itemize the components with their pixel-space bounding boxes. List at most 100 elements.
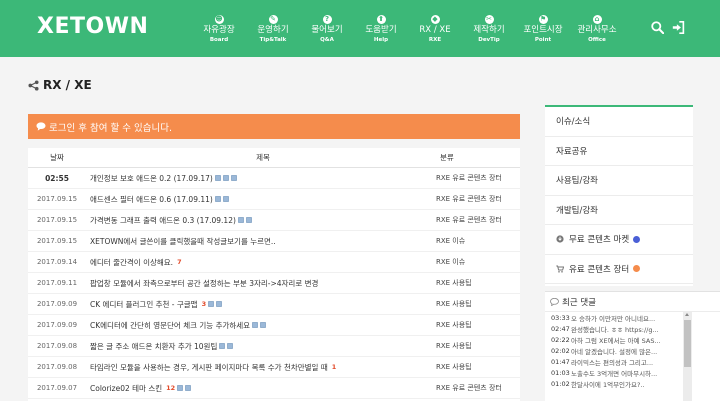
sidebar-item[interactable]: 무료 콘텐츠 마켓 [545, 225, 693, 255]
comment-text[interactable]: 노출수도 3억개면 어마무시하... [571, 368, 720, 378]
column-title[interactable]: 제목 [86, 152, 436, 163]
nav-sublabel: Help [373, 37, 389, 43]
row-category[interactable]: RXE 유료 콘텐츠 장터 [436, 215, 520, 225]
comment-text[interactable]: 한달사이에 1억부인가요?.. [571, 379, 720, 389]
column-date[interactable]: 날짜 [28, 152, 86, 163]
comment-item[interactable]: 03:33 오 승하가 이만저만 아니네요... [545, 312, 720, 323]
row-category[interactable]: RXE 이슈 [436, 257, 520, 267]
row-category[interactable]: RXE 사용팁 [436, 362, 520, 372]
table-row[interactable]: 2017.09.08 짧은 글 주소 애드온 치환자 추가 10원팁 RXE 사용팁 [28, 336, 520, 357]
comment-time: 01:03 [551, 368, 570, 377]
comment-time: 01:47 [551, 357, 570, 366]
comment-text[interactable]: 아하 그럼 XE에서는 아예 SAS... [571, 335, 720, 345]
attachment-icon [223, 196, 229, 202]
row-title[interactable]: 개인정보 보호 애드온 0.2 (17.09.17) [86, 173, 436, 184]
row-title-link[interactable]: 애드센스 필터 애드온 0.6 (17.09.11) [90, 194, 213, 205]
row-title-link[interactable]: CK 에디터 플러그인 추천 - 구글맵 [90, 299, 198, 310]
scroll-up-arrow[interactable] [685, 313, 689, 316]
search-icon[interactable] [651, 21, 664, 34]
table-row[interactable]: 2017.09.15 애드센스 필터 애드온 0.6 (17.09.11) RXE … [28, 189, 520, 210]
table-row[interactable]: 2017.09.15 XETOWN에서 글쓴이를 클릭했을때 작성글보기를 누르면… [28, 231, 520, 252]
row-title-link[interactable]: 가격변동 그래프 출력 애드온 0.3 (17.09.12) [90, 215, 236, 226]
row-title[interactable]: 타임라인 모듈을 사용하는 경우, 게시판 페이지마다 목록 수가 천차만별일 … [86, 362, 436, 373]
nav-item-devtip[interactable]: ✂ 제작하기 DevTip [462, 15, 516, 45]
table-row[interactable]: 2017.09.09 CK 에디터 플러그인 추천 - 구글맵 3 RXE 사용팁 [28, 294, 520, 315]
row-title[interactable]: 애드센스 필터 애드온 0.6 (17.09.11) [86, 194, 436, 205]
row-date: 2017.09.14 [36, 258, 78, 266]
row-date: 2017.09.15 [36, 216, 78, 224]
table-row[interactable]: 2017.09.14 에디터 줄간격이 이상해요. 7 RXE 이슈 [28, 252, 520, 273]
sidebar-item-label: 자료공유 [556, 146, 588, 157]
sidebar-menu: 이슈/소식자료공유사용팁/강좌 개발팁/강좌 무료 콘텐츠 마켓 유료 콘텐츠 장터 [545, 105, 693, 286]
row-title-link[interactable]: XETOWN에서 글쓴이를 클릭했을때 작성글보기를 누르면.. [90, 236, 276, 247]
nav-item-qa[interactable]: ? 물어보기 Q&A [300, 15, 354, 45]
comment-item[interactable]: 02:02 아네 알겠습니다. 설정에 많은... [545, 345, 720, 356]
chat-icon: ✎ [268, 15, 278, 24]
row-title-link[interactable]: Colorize02 테마 스킨 [90, 383, 162, 394]
row-category[interactable]: RXE 사용팁 [436, 299, 520, 309]
comment-text[interactable]: 아네 알겠습니다. 설정에 많은... [571, 346, 720, 356]
table-row[interactable]: 2017.09.08 타임라인 모듈을 사용하는 경우, 게시판 페이지마다 목록… [28, 357, 520, 378]
scroll-thumb[interactable] [684, 320, 691, 367]
login-icon[interactable] [672, 21, 685, 34]
row-title[interactable]: 에디터 줄간격이 이상해요. 7 [86, 257, 436, 268]
nav-item-office[interactable]: ⌂ 관리사무소 Office [570, 15, 624, 45]
users-icon: ☻ [214, 15, 224, 24]
table-row[interactable]: 2017.09.09 CK에디터에 간단히 영문단어 체크 기능 추가하세요 RXE… [28, 315, 520, 336]
nav-item-tiptalk[interactable]: ✎ 운영하기 Tip&Talk [246, 15, 300, 45]
table-row[interactable]: 2017.09.07 Colorize02 테마 스킨 12 RXE 유료 콘텐츠 장… [28, 378, 520, 399]
row-category[interactable]: RXE 유료 콘텐츠 장터 [436, 173, 520, 183]
row-title-link[interactable]: 에디터 줄간격이 이상해요. [90, 257, 173, 268]
sidebar-item[interactable]: 개발팁/강좌 [545, 196, 693, 225]
row-category[interactable]: RXE 이슈 [436, 236, 520, 246]
row-title-link[interactable]: 팝업창 모듈에서 좌측으로부터 공간 설정하는 부분 3자리->4자리로 변경 [90, 278, 318, 289]
table-row[interactable]: 2017.09.15 가격변동 그래프 출력 애드온 0.3 (17.09.12)… [28, 210, 520, 231]
nav-item-rxe[interactable]: ◆ RX / XE RXE [408, 15, 462, 45]
nav-label: 포인트시장 [523, 25, 563, 35]
row-title[interactable]: CK에디터에 간단히 영문단어 체크 기능 추가하세요 [86, 320, 436, 331]
column-category[interactable]: 분류 [436, 152, 520, 163]
nav-label: 도움받기 [365, 25, 397, 35]
row-date: 2017.09.08 [36, 342, 78, 350]
nav-label: RX / XE [419, 25, 451, 35]
row-title-link[interactable]: 타임라인 모듈을 사용하는 경우, 게시판 페이지마다 목록 수가 천차만별일 … [90, 362, 328, 373]
attachment-icon [177, 385, 183, 391]
sidebar-item[interactable]: 이슈/소식 [545, 107, 693, 137]
row-title[interactable]: XETOWN에서 글쓴이를 클릭했을때 작성글보기를 누르면.. [86, 236, 436, 247]
row-category[interactable]: RXE 사용팁 [436, 278, 520, 288]
comment-text[interactable]: 라이믹스는 편의성과 그리고... [571, 357, 720, 367]
sidebar-item[interactable]: 사용팁/강좌 [545, 166, 693, 196]
nav-item-help[interactable]: ⬆ 도움받기 Help [354, 15, 408, 45]
row-title[interactable]: 팝업창 모듈에서 좌측으로부터 공간 설정하는 부분 3자리->4자리로 변경 [86, 278, 436, 289]
row-title[interactable]: 짧은 글 주소 애드온 치환자 추가 10원팁 [86, 341, 436, 352]
sidebar-item[interactable]: 유료 콘텐츠 장터 [545, 255, 693, 284]
comments-scrollbar[interactable] [683, 312, 692, 401]
comment-item[interactable]: 01:03 노출수도 3억개면 어마무시하... [545, 367, 720, 378]
row-category[interactable]: RXE 사용팁 [436, 320, 520, 330]
row-title[interactable]: CK 에디터 플러그인 추천 - 구글맵 3 [86, 299, 436, 310]
attachment-icon [223, 175, 229, 181]
nav-sublabel: DevTip [478, 37, 500, 43]
comment-item[interactable]: 01:47 라이믹스는 편의성과 그리고... [545, 356, 720, 367]
sidebar-item[interactable]: 자료공유 [545, 137, 693, 166]
comment-count: 3 [201, 300, 207, 308]
comment-item[interactable]: 02:22 아하 그럼 XE에서는 아예 SAS... [545, 334, 720, 345]
nav-item-board[interactable]: ☻ 자유광장 Board [192, 15, 246, 45]
row-category[interactable]: RXE 사용팁 [436, 341, 520, 351]
attachment-icon [216, 301, 222, 307]
row-title-link[interactable]: CK에디터에 간단히 영문단어 체크 기능 추가하세요 [90, 320, 250, 331]
row-title-link[interactable]: 짧은 글 주소 애드온 치환자 추가 10원팁 [90, 341, 217, 352]
comment-item[interactable]: 02:47 완성했습니다. ㅎㅎ https://g... [545, 323, 720, 334]
row-title-link[interactable]: 개인정보 보호 애드온 0.2 (17.09.17) [90, 173, 213, 184]
nav-item-point[interactable]: ⚑ 포인트시장 Point [516, 15, 570, 45]
table-row[interactable]: 02:55 개인정보 보호 애드온 0.2 (17.09.17) RXE 유료 콘텐… [28, 168, 520, 189]
comment-item[interactable]: 01:02 한달사이에 1억부인가요?.. [545, 378, 720, 389]
table-row[interactable]: 2017.09.11 팝업창 모듈에서 좌측으로부터 공간 설정하는 부분 3자리… [28, 273, 520, 294]
row-title[interactable]: 가격변동 그래프 출력 애드온 0.3 (17.09.12) [86, 215, 436, 226]
comment-text[interactable]: 완성했습니다. ㅎㅎ https://g... [571, 324, 720, 334]
row-category[interactable]: RXE 유료 콘텐츠 장터 [436, 383, 520, 393]
site-logo[interactable]: XETOWN [37, 14, 148, 39]
row-category[interactable]: RXE 유료 콘텐츠 장터 [436, 194, 520, 204]
row-title[interactable]: Colorize02 테마 스킨 12 [86, 383, 436, 394]
comment-text[interactable]: 오 승하가 이만저만 아니네요... [571, 313, 720, 323]
